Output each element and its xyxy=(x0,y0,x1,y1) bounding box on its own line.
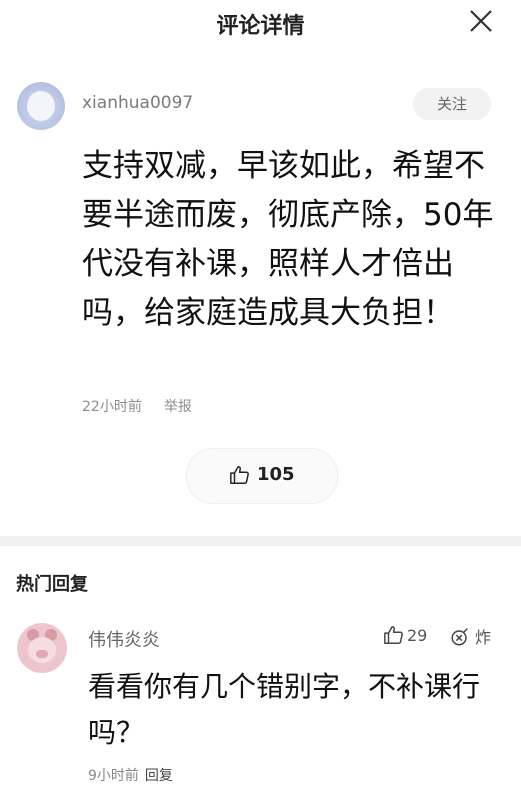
page-title: 评论详情 xyxy=(216,14,305,39)
comment-time: 22小时前 xyxy=(82,399,142,415)
thumbs-up-icon xyxy=(384,626,403,644)
comment-username[interactable]: xianhua0097 xyxy=(82,93,193,113)
close-icon xyxy=(470,10,492,32)
reply-item: 伟伟炎炎 29 炸 看看你有几个错别字，不补课行吗？ 9小时前 回复 xyxy=(0,612,521,795)
bomb-icon xyxy=(451,628,468,646)
like-button[interactable]: 105 xyxy=(186,448,338,504)
reply-like-count: 29 xyxy=(407,625,428,645)
avatar[interactable] xyxy=(17,623,67,673)
section-divider xyxy=(0,536,521,546)
top-bar: 评论详情 xyxy=(0,0,521,44)
hot-replies-title: 热门回复 xyxy=(16,574,88,595)
reply-time: 9小时前 xyxy=(88,768,139,784)
reply-text: 看看你有几个错别字，不补课行吗？ xyxy=(88,670,481,749)
bomb-button[interactable]: 炸 xyxy=(449,624,491,648)
bomb-label: 炸 xyxy=(475,628,492,647)
close-button[interactable] xyxy=(467,7,495,35)
reply-meta: 9小时前 回复 xyxy=(88,765,173,785)
report-link[interactable]: 举报 xyxy=(164,399,192,415)
like-count: 105 xyxy=(257,464,295,485)
avatar-snout xyxy=(36,650,48,658)
reply-username[interactable]: 伟伟炎炎 xyxy=(88,626,160,652)
comment-meta: 22小时前 举报 xyxy=(82,396,192,416)
follow-button[interactable]: 关注 xyxy=(413,88,491,120)
thumbs-up-icon xyxy=(230,466,249,484)
reply-like-button[interactable]: 29 xyxy=(383,624,427,646)
reply-link[interactable]: 回复 xyxy=(145,768,173,784)
avatar[interactable] xyxy=(17,82,65,130)
comment-text: 支持双减，早该如此，希望不要半途而废，彻底产除，50年代没有补课，照样人才倍出吗… xyxy=(82,148,494,331)
